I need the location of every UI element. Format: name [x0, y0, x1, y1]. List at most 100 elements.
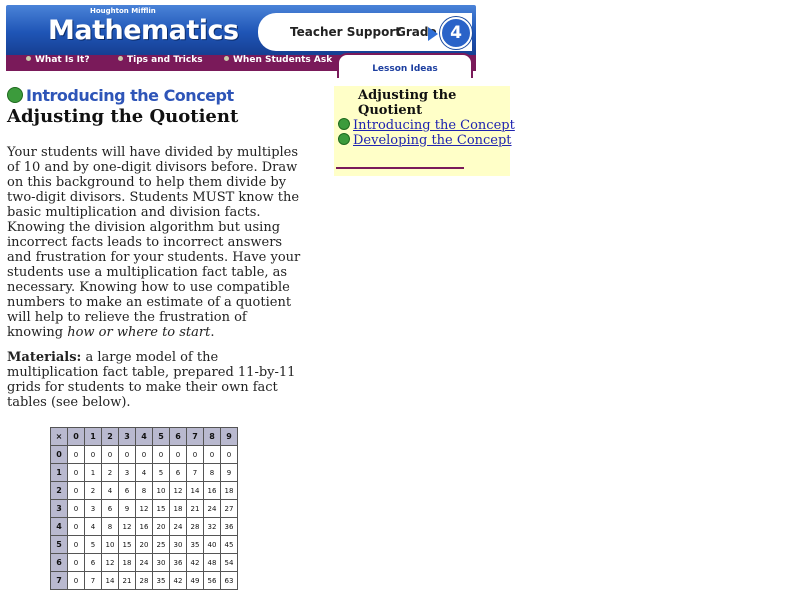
table-cell: 14 — [101, 571, 119, 590]
nav-item-when-students-ask[interactable]: When Students Ask — [224, 55, 332, 71]
table-cell: 0 — [135, 445, 153, 464]
table-column-header: 3 — [118, 427, 136, 446]
table-cell: 5 — [152, 463, 170, 482]
table-cell: 35 — [186, 535, 204, 554]
table-cell: 0 — [152, 445, 170, 464]
table-cell: 35 — [152, 571, 170, 590]
table-cell: 0 — [67, 445, 85, 464]
table-cell: 24 — [203, 499, 221, 518]
bullet-icon — [7, 87, 23, 103]
intro-text: Your students will have divided by multi… — [7, 145, 301, 340]
table-cell: 0 — [169, 445, 187, 464]
table-cell: 2 — [101, 463, 119, 482]
table-column-header: 0 — [67, 427, 85, 446]
table-cell: 28 — [135, 571, 153, 590]
table-row-header: 4 — [50, 517, 68, 536]
table-cell: 6 — [101, 499, 119, 518]
sidebar-link-developing[interactable]: Developing the Concept — [338, 133, 512, 148]
nav-item-tips-and-tricks[interactable]: Tips and Tricks — [118, 55, 203, 71]
table-row-header: 5 — [50, 535, 68, 554]
table-cell: 18 — [118, 553, 136, 572]
table-cell: 18 — [169, 499, 187, 518]
bullet-icon — [338, 118, 350, 130]
grade-number-badge[interactable]: 4 — [440, 17, 472, 49]
table-cell: 0 — [186, 445, 204, 464]
table-cell: 45 — [220, 535, 238, 554]
table-row: 4 0 4 8 12 16 20 24 28 32 36 — [50, 517, 238, 536]
table-cell: 9 — [220, 463, 238, 482]
table-corner-cell: × — [50, 427, 68, 446]
sidebar-title: Adjusting the Quotient — [358, 88, 457, 118]
table-cell: 48 — [203, 553, 221, 572]
table-cell: 6 — [169, 463, 187, 482]
nav-item-label: When Students Ask — [233, 55, 333, 65]
bullet-icon — [224, 56, 229, 61]
bullet-icon — [26, 56, 31, 61]
table-cell: 1 — [84, 463, 102, 482]
table-column-header: 6 — [169, 427, 187, 446]
table-cell: 4 — [135, 463, 153, 482]
teacher-support-box: Teacher Support Grade 4 — [258, 13, 472, 51]
table-row: 5 0 5 10 15 20 25 30 35 40 45 — [50, 535, 238, 554]
table-cell: 14 — [186, 481, 204, 500]
table-cell: 15 — [118, 535, 136, 554]
table-row: 10123456789 — [50, 463, 238, 482]
header-banner: Houghton Mifflin Mathematics Teacher Sup… — [6, 5, 476, 55]
table-cell: 5 — [84, 535, 102, 554]
intro-paragraph: Your students will have divided by multi… — [7, 145, 305, 340]
table-column-header: 2 — [101, 427, 119, 446]
table-cell: 40 — [203, 535, 221, 554]
table-cell: 0 — [84, 445, 102, 464]
table-cell: 54 — [220, 553, 238, 572]
table-column-header: 7 — [186, 427, 204, 446]
table-cell: 56 — [203, 571, 221, 590]
table-row: 3 0 3 6 9 12 15 18 21 24 27 — [50, 499, 238, 518]
nav-item-what-is-it[interactable]: What Is It? — [26, 55, 90, 71]
table-cell: 0 — [220, 445, 238, 464]
tab-lesson-ideas[interactable]: Lesson Ideas — [337, 53, 473, 78]
table-cell: 0 — [67, 499, 85, 518]
sidebar-link-label: Introducing the Concept — [353, 118, 515, 133]
table-row-header: 1 — [50, 463, 68, 482]
site-title[interactable]: Mathematics — [48, 15, 239, 46]
table-column-header: 9 — [220, 427, 238, 446]
table-cell: 3 — [118, 463, 136, 482]
intro-end: . — [210, 325, 215, 340]
table-cell: 8 — [135, 481, 153, 500]
section-header-text: Introducing the Concept — [26, 86, 234, 105]
table-cell: 0 — [67, 463, 85, 482]
table-cell: 3 — [84, 499, 102, 518]
multiplication-fact-table: × 0 1 2 3 4 5 6 7 8 9 0 0 0 0 0 0 0 0 0 0 0 1 0 1 2 3 4 5 6 7 8 9 2 0 2 4 6 8 1… — [50, 427, 238, 590]
table-cell: 0 — [67, 481, 85, 500]
table-cell: 15 — [152, 499, 170, 518]
table-column-header: 1 — [84, 427, 102, 446]
table-cell: 25 — [152, 535, 170, 554]
table-cell: 20 — [152, 517, 170, 536]
table-cell: 0 — [67, 517, 85, 536]
table-cell: 36 — [169, 553, 187, 572]
table-row: 6 0 6 12 18 24 30 36 42 48 54 — [50, 553, 238, 572]
table-cell: 0 — [67, 553, 85, 572]
materials-paragraph: Materials: a large model of the multipli… — [7, 350, 305, 410]
table-cell: 10 — [101, 535, 119, 554]
table-row: 2 0 2 4 6 8 10 12 14 16 18 — [50, 481, 238, 500]
table-cell: 6 — [84, 553, 102, 572]
table-row-header: 6 — [50, 553, 68, 572]
table-row-header: 2 — [50, 481, 68, 500]
nav-item-label: What Is It? — [35, 55, 90, 65]
sidebar-link-introducing[interactable]: Introducing the Concept — [338, 118, 515, 133]
table-cell: 12 — [101, 553, 119, 572]
bullet-icon — [338, 133, 350, 145]
table-cell: 18 — [220, 481, 238, 500]
table-cell: 63 — [220, 571, 238, 590]
table-cell: 6 — [118, 481, 136, 500]
table-cell: 42 — [186, 553, 204, 572]
table-row: 00000000000 — [50, 445, 238, 464]
table-cell: 49 — [186, 571, 204, 590]
divider — [336, 167, 464, 169]
teacher-support-label[interactable]: Teacher Support — [290, 25, 401, 39]
table-cell: 0 — [101, 445, 119, 464]
table-cell: 0 — [203, 445, 221, 464]
fact-table-body: × 0 1 2 3 4 5 6 7 8 9 0 0 0 0 0 0 0 0 0 0 0 1 0 1 2 3 4 5 6 7 8 9 2 0 2 4 6 8 1… — [50, 427, 238, 590]
table-cell: 2 — [84, 481, 102, 500]
